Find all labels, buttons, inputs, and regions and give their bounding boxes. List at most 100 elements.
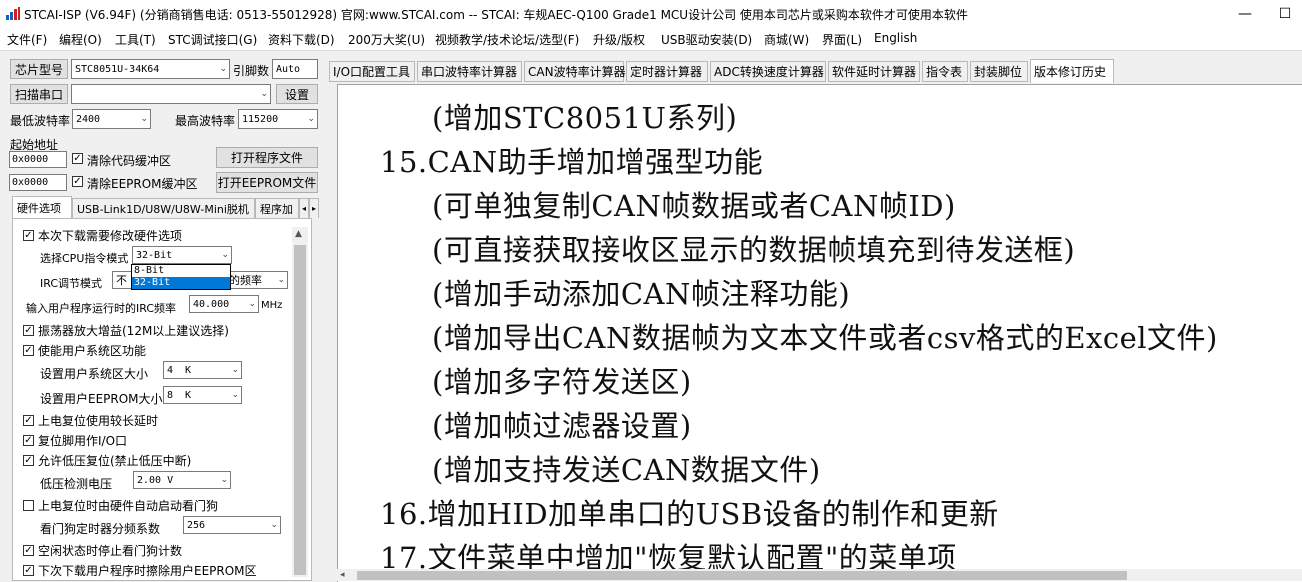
low-volt-label: 低压检测电压	[40, 477, 113, 491]
need-modify-checkbox[interactable]: ✓	[23, 230, 34, 241]
tab-usb-link[interactable]: USB-Link1D/U8W/U8W-Mini脱机	[72, 198, 255, 218]
max-baud-select[interactable]: 115200 ⌄	[238, 109, 318, 129]
tab-instruction-table[interactable]: 指令表	[922, 61, 968, 82]
clear-eeprom-checkbox[interactable]: ✓	[72, 176, 83, 187]
low-volt-select[interactable]: 2.00 V ⌄	[133, 471, 231, 489]
scroll-left-icon[interactable]: ◂	[340, 570, 345, 580]
max-baud-value: 115200	[242, 113, 279, 125]
tab-io-config[interactable]: I/O口配置工具	[329, 61, 415, 82]
erase-eeprom-checkbox[interactable]: ✓	[23, 565, 34, 576]
low-volt-reset-checkbox[interactable]: ✓	[23, 455, 34, 466]
window-title: STCAI-ISP (V6.94F) (分销商销售电话: 0513-550129…	[24, 8, 968, 22]
chip-model-value: STC8051U-34K64	[75, 63, 160, 75]
content-scroll-thumb[interactable]	[357, 571, 1127, 580]
history-line: (可单独复制CAN帧数据或者CAN帧ID)	[432, 189, 956, 223]
open-program-file-button[interactable]: 打开程序文件	[216, 147, 318, 168]
chevron-down-icon: ⌄	[277, 275, 285, 285]
settings-button[interactable]: 设置	[276, 84, 318, 104]
hw-scrollbar[interactable]: ▲	[292, 227, 308, 577]
irc-freq-value: 40.000	[193, 298, 230, 310]
tab-hardware-options[interactable]: 硬件选项	[12, 196, 72, 218]
pin-count-label: 引脚数	[233, 64, 270, 78]
chip-model-button[interactable]: 芯片型号	[10, 59, 68, 79]
need-modify-label: 本次下载需要修改硬件选项	[38, 229, 183, 243]
osc-gain-checkbox[interactable]: ✓	[23, 325, 34, 336]
title-bar: STCAI-ISP (V6.94F) (分销商销售电话: 0513-550129…	[0, 0, 1302, 28]
tab-can-baud[interactable]: CAN波特率计算器	[524, 61, 626, 82]
eeprom-address-input[interactable]: 0x0000	[9, 174, 67, 191]
eeprom-size-label: 设置用户EEPROM大小	[40, 392, 163, 406]
menu-english[interactable]: English	[874, 31, 917, 45]
hw-scroll-thumb[interactable]	[294, 245, 306, 575]
scan-port-button[interactable]: 扫描串口	[10, 84, 68, 104]
menu-shop[interactable]: 商城(W)	[764, 31, 809, 48]
menu-video[interactable]: 视频教学/技术论坛/选型(F)	[435, 31, 579, 48]
clear-code-label: 清除代码缓冲区	[87, 154, 172, 168]
low-volt-reset-label: 允许低压复位(禁止低压中断)	[38, 454, 192, 468]
menu-file[interactable]: 文件(F)	[7, 31, 47, 48]
cpu-mode-option-32bit[interactable]: 32-Bit	[132, 277, 230, 289]
chevron-down-icon: ⌄	[220, 475, 228, 485]
chevron-down-icon: ⌄	[270, 520, 278, 530]
idle-wdt-checkbox[interactable]: ✓	[23, 545, 34, 556]
irc-mode-label: IRC调节模式	[40, 277, 103, 290]
clear-eeprom-label: 清除EEPROM缓冲区	[87, 177, 198, 191]
menu-debug[interactable]: STC调试接口(G)	[168, 31, 257, 48]
tab-program-encrypt[interactable]: 程序加	[255, 198, 299, 218]
irc-freq-label: 输入用户程序运行时的IRC频率	[26, 302, 177, 315]
cpu-mode-option-8bit[interactable]: 8-Bit	[132, 265, 230, 277]
chip-model-select[interactable]: STC8051U-34K64 ⌄	[71, 59, 230, 79]
min-baud-select[interactable]: 2400 ⌄	[72, 109, 151, 129]
user-sys-checkbox[interactable]: ✓	[23, 345, 34, 356]
tab-version-history[interactable]: 版本修订历史	[1030, 59, 1114, 83]
cpu-mode-select[interactable]: 32-Bit ⌄	[132, 246, 232, 264]
minimize-button[interactable]: —	[1222, 0, 1268, 28]
open-eeprom-file-button[interactable]: 打开EEPROM文件	[216, 172, 318, 193]
history-line: (增加导出CAN数据帧为文本文件或者csv格式的Excel文件)	[432, 321, 1218, 355]
long-delay-checkbox[interactable]: ✓	[23, 415, 34, 426]
watchdog-checkbox[interactable]	[23, 500, 34, 511]
menu-download[interactable]: 资料下载(D)	[268, 31, 335, 48]
tab-scroll-left-icon[interactable]: ◂	[299, 198, 309, 218]
menu-tools[interactable]: 工具(T)	[115, 31, 156, 48]
history-line: (可直接获取接收区显示的数据帧填充到待发送框)	[432, 233, 1076, 267]
eeprom-size-value: 8 K	[167, 389, 192, 401]
menu-interface[interactable]: 界面(L)	[822, 31, 862, 48]
menu-usb-driver[interactable]: USB驱动安装(D)	[661, 31, 752, 48]
watchdog-label: 上电复位时由硬件自动启动看门狗	[38, 499, 219, 513]
port-select[interactable]: ⌄	[71, 84, 271, 104]
content-hscrollbar[interactable]: ◂	[337, 569, 1302, 581]
tab-uart-baud[interactable]: 串口波特率计算器	[417, 61, 522, 82]
reset-io-checkbox[interactable]: ✓	[23, 435, 34, 446]
wdt-div-label: 看门狗定时器分频系数	[40, 522, 161, 536]
scroll-up-icon[interactable]: ▲	[295, 229, 302, 239]
eeprom-size-select[interactable]: 8 K ⌄	[163, 386, 242, 404]
maximize-button[interactable]: ☐	[1268, 0, 1302, 28]
chevron-down-icon: ⌄	[307, 114, 315, 124]
history-line: (增加多字符发送区)	[432, 365, 692, 399]
sys-size-select[interactable]: 4 K ⌄	[163, 361, 242, 379]
history-line: (增加手动添加CAN帧注释功能)	[432, 277, 851, 311]
clear-code-checkbox[interactable]: ✓	[72, 153, 83, 164]
pin-count-select[interactable]: Auto	[272, 59, 318, 79]
chevron-down-icon: ⌄	[231, 365, 239, 375]
menu-separator	[0, 50, 1302, 51]
history-line: (增加帧过滤器设置)	[432, 409, 692, 443]
menu-program[interactable]: 编程(O)	[59, 31, 102, 48]
chevron-down-icon: ⌄	[248, 299, 256, 309]
erase-eeprom-label: 下次下载用户程序时擦除用户EEPROM区	[38, 564, 257, 578]
tab-scroll-right-icon[interactable]: ▸	[309, 198, 319, 218]
menu-prize[interactable]: 200万大奖(U)	[348, 31, 425, 48]
osc-gain-label: 振荡器放大增益(12M以上建议选择)	[38, 324, 229, 338]
chevron-down-icon: ⌄	[260, 89, 268, 99]
code-address-input[interactable]: 0x0000	[9, 151, 67, 168]
tab-package-pins[interactable]: 封装脚位	[970, 61, 1028, 82]
wdt-div-select[interactable]: 256 ⌄	[183, 516, 281, 534]
tab-timer-calc[interactable]: 定时器计算器	[626, 61, 708, 82]
tab-delay-calc[interactable]: 软件延时计算器	[828, 61, 920, 82]
irc-freq-select[interactable]: 40.000 ⌄	[189, 295, 259, 313]
history-line: (增加支持发送CAN数据文件)	[432, 453, 821, 487]
tab-adc-calc[interactable]: ADC转换速度计算器	[710, 61, 826, 82]
menu-bar: 文件(F) 编程(O) 工具(T) STC调试接口(G) 资料下载(D) 200…	[0, 28, 1302, 50]
menu-upgrade[interactable]: 升级/版权	[593, 31, 645, 48]
